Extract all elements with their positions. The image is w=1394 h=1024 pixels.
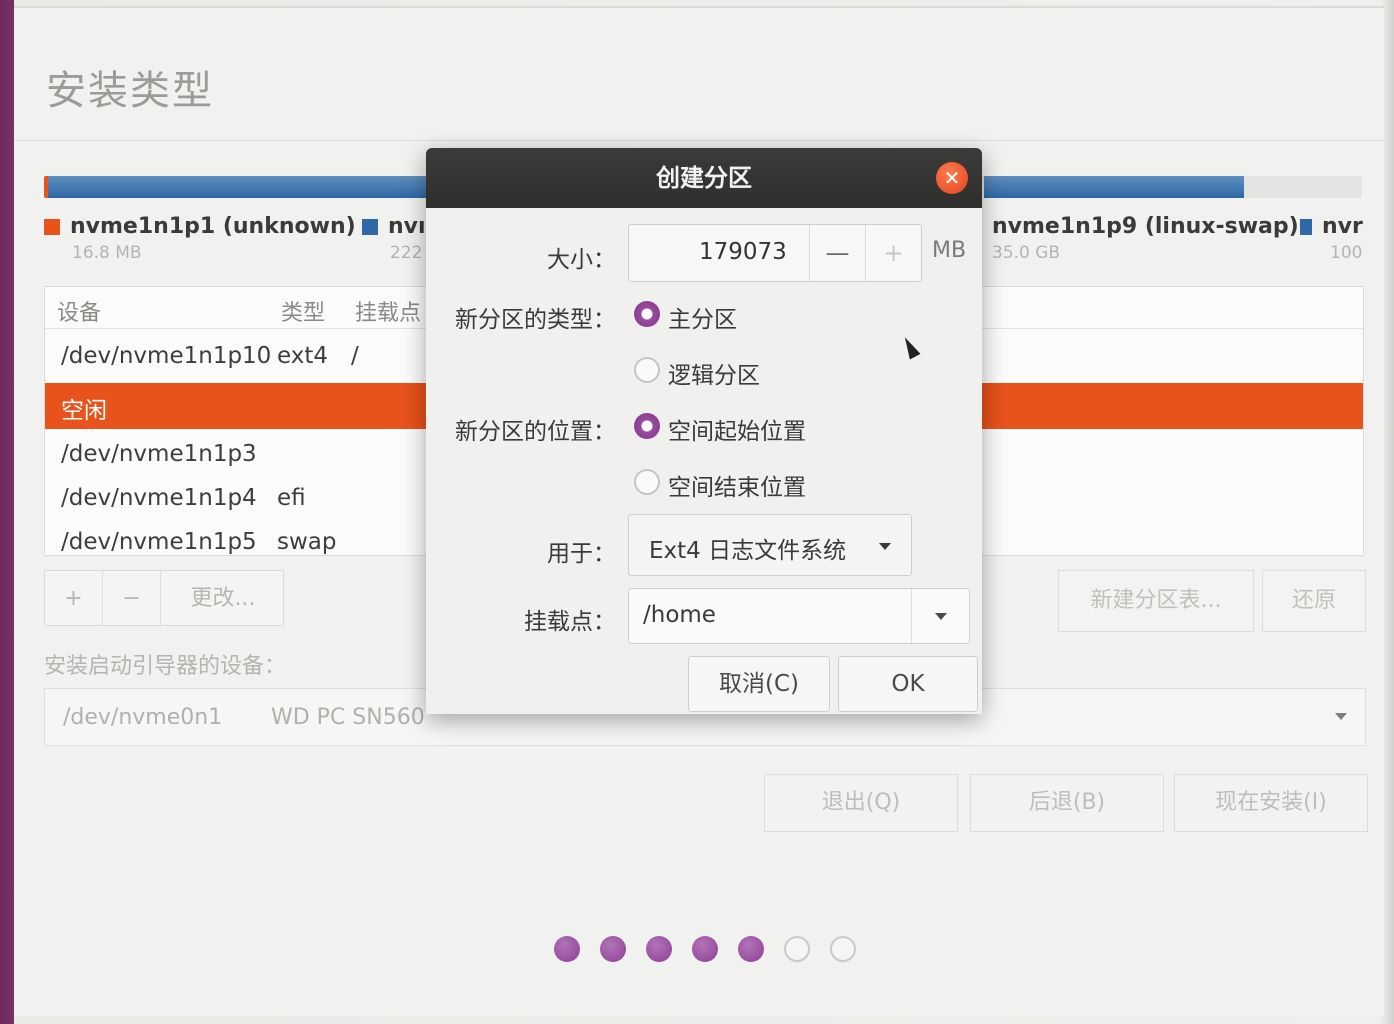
title-divider bbox=[14, 140, 1384, 141]
legend-item: nvr 100 bbox=[1300, 214, 1380, 263]
new-partition-table-button[interactable]: 新建分区表... bbox=[1058, 570, 1254, 632]
legend-item: nvme1n1p1 (unknown) 16.8 MB bbox=[44, 214, 356, 263]
install-now-button[interactable]: 现在安装(I) bbox=[1174, 774, 1368, 832]
revert-button[interactable]: 还原 bbox=[1262, 570, 1366, 632]
size-spinbox[interactable]: 179073 — + bbox=[628, 224, 922, 282]
legend-swatch bbox=[1300, 219, 1312, 235]
ok-button[interactable]: OK bbox=[838, 656, 978, 712]
row-device: /dev/nvme1n1p5 bbox=[61, 529, 257, 555]
progress-dot bbox=[830, 936, 856, 962]
legend-swatch bbox=[44, 219, 60, 235]
column-header-device[interactable]: 设备 bbox=[57, 295, 101, 327]
logical-partition-radio[interactable] bbox=[634, 357, 660, 383]
row-mount: / bbox=[351, 343, 359, 369]
legend-item: nvı 222 bbox=[362, 214, 426, 263]
legend-size: 16.8 MB bbox=[72, 243, 142, 263]
dialog-titlebar: 创建分区 bbox=[426, 148, 982, 208]
add-partition-button[interactable]: + bbox=[45, 571, 103, 625]
bootloader-model: WD PC SN560 bbox=[271, 705, 425, 730]
partition-location-label: 新分区的位置： bbox=[455, 419, 616, 445]
change-partition-button[interactable]: 更改... bbox=[161, 571, 285, 625]
primary-partition-label[interactable]: 主分区 bbox=[668, 300, 737, 334]
location-end-label[interactable]: 空间结束位置 bbox=[668, 468, 806, 502]
column-header-mount[interactable]: 挂载点 bbox=[355, 295, 421, 327]
partition-toolbar: + − 更改... bbox=[44, 570, 284, 626]
size-label: 大小： bbox=[547, 247, 616, 273]
decrease-size-button[interactable]: — bbox=[809, 225, 865, 281]
row-type: swap bbox=[277, 529, 337, 555]
filesystem-value: Ext4 日志文件系统 bbox=[649, 538, 847, 564]
row-device: 空闲 bbox=[61, 398, 107, 424]
bootloader-label: 安装启动引导器的设备： bbox=[44, 654, 287, 679]
legend-size: 35.0 GB bbox=[992, 243, 1061, 263]
legend-size: 100 bbox=[1330, 243, 1363, 263]
legend-name: nvme1n1p1 (unknown) bbox=[70, 214, 356, 239]
close-icon[interactable]: ✕ bbox=[936, 162, 968, 194]
progress-dot bbox=[646, 936, 672, 962]
mount-point-input[interactable]: /home bbox=[628, 588, 970, 644]
legend-item: nvme1n1p9 (linux-swap) 35.0 GB bbox=[992, 214, 1299, 263]
location-end-radio[interactable] bbox=[634, 469, 660, 495]
use-as-label: 用于： bbox=[547, 541, 616, 567]
mount-point-label: 挂载点： bbox=[524, 609, 616, 635]
mount-point-value[interactable]: /home bbox=[643, 602, 716, 628]
chevron-down-icon bbox=[879, 543, 891, 550]
progress-dot bbox=[692, 936, 718, 962]
filesystem-combo[interactable]: Ext4 日志文件系统 bbox=[628, 514, 912, 576]
size-unit: MB bbox=[932, 238, 967, 263]
row-type: efi bbox=[277, 485, 306, 511]
create-partition-dialog: 创建分区 ✕ 大小： 179073 — + MB 新分区的类型： 主分区 逻辑分… bbox=[426, 148, 982, 714]
legend-size: 222 bbox=[390, 243, 423, 263]
increase-size-button[interactable]: + bbox=[865, 225, 921, 281]
partition-bar-segment bbox=[984, 176, 1244, 198]
cancel-button[interactable]: 取消(C) bbox=[688, 656, 830, 712]
progress-dot bbox=[784, 936, 810, 962]
row-device: /dev/nvme1n1p4 bbox=[61, 485, 257, 511]
size-value[interactable]: 179073 bbox=[699, 239, 787, 265]
back-button[interactable]: 后退(B) bbox=[970, 774, 1164, 832]
partition-type-label: 新分区的类型： bbox=[455, 307, 616, 333]
chevron-down-icon bbox=[935, 613, 947, 620]
legend-name: nvme1n1p9 (linux-swap) bbox=[992, 214, 1299, 239]
logical-partition-label[interactable]: 逻辑分区 bbox=[668, 356, 760, 390]
quit-button[interactable]: 退出(Q) bbox=[764, 774, 958, 832]
primary-partition-radio[interactable] bbox=[634, 301, 660, 327]
dialog-title: 创建分区 bbox=[656, 164, 752, 192]
column-header-type[interactable]: 类型 bbox=[281, 295, 325, 327]
location-start-label[interactable]: 空间起始位置 bbox=[668, 412, 806, 446]
legend-name: nvr bbox=[1322, 214, 1363, 239]
mount-point-dropdown-button[interactable] bbox=[911, 589, 969, 643]
row-device: /dev/nvme1n1p10 bbox=[61, 343, 272, 369]
row-type: ext4 bbox=[277, 343, 329, 369]
progress-dot bbox=[600, 936, 626, 962]
chevron-down-icon bbox=[1335, 713, 1347, 720]
location-start-radio[interactable] bbox=[634, 413, 660, 439]
legend-name: nvı bbox=[388, 214, 426, 239]
bootloader-device: /dev/nvme0n1 bbox=[63, 705, 223, 730]
remove-partition-button[interactable]: − bbox=[103, 571, 161, 625]
progress-dot bbox=[738, 936, 764, 962]
progress-dot bbox=[554, 936, 580, 962]
page-title: 安装类型 bbox=[46, 68, 214, 114]
row-device: /dev/nvme1n1p3 bbox=[61, 441, 257, 467]
legend-swatch bbox=[362, 219, 378, 235]
